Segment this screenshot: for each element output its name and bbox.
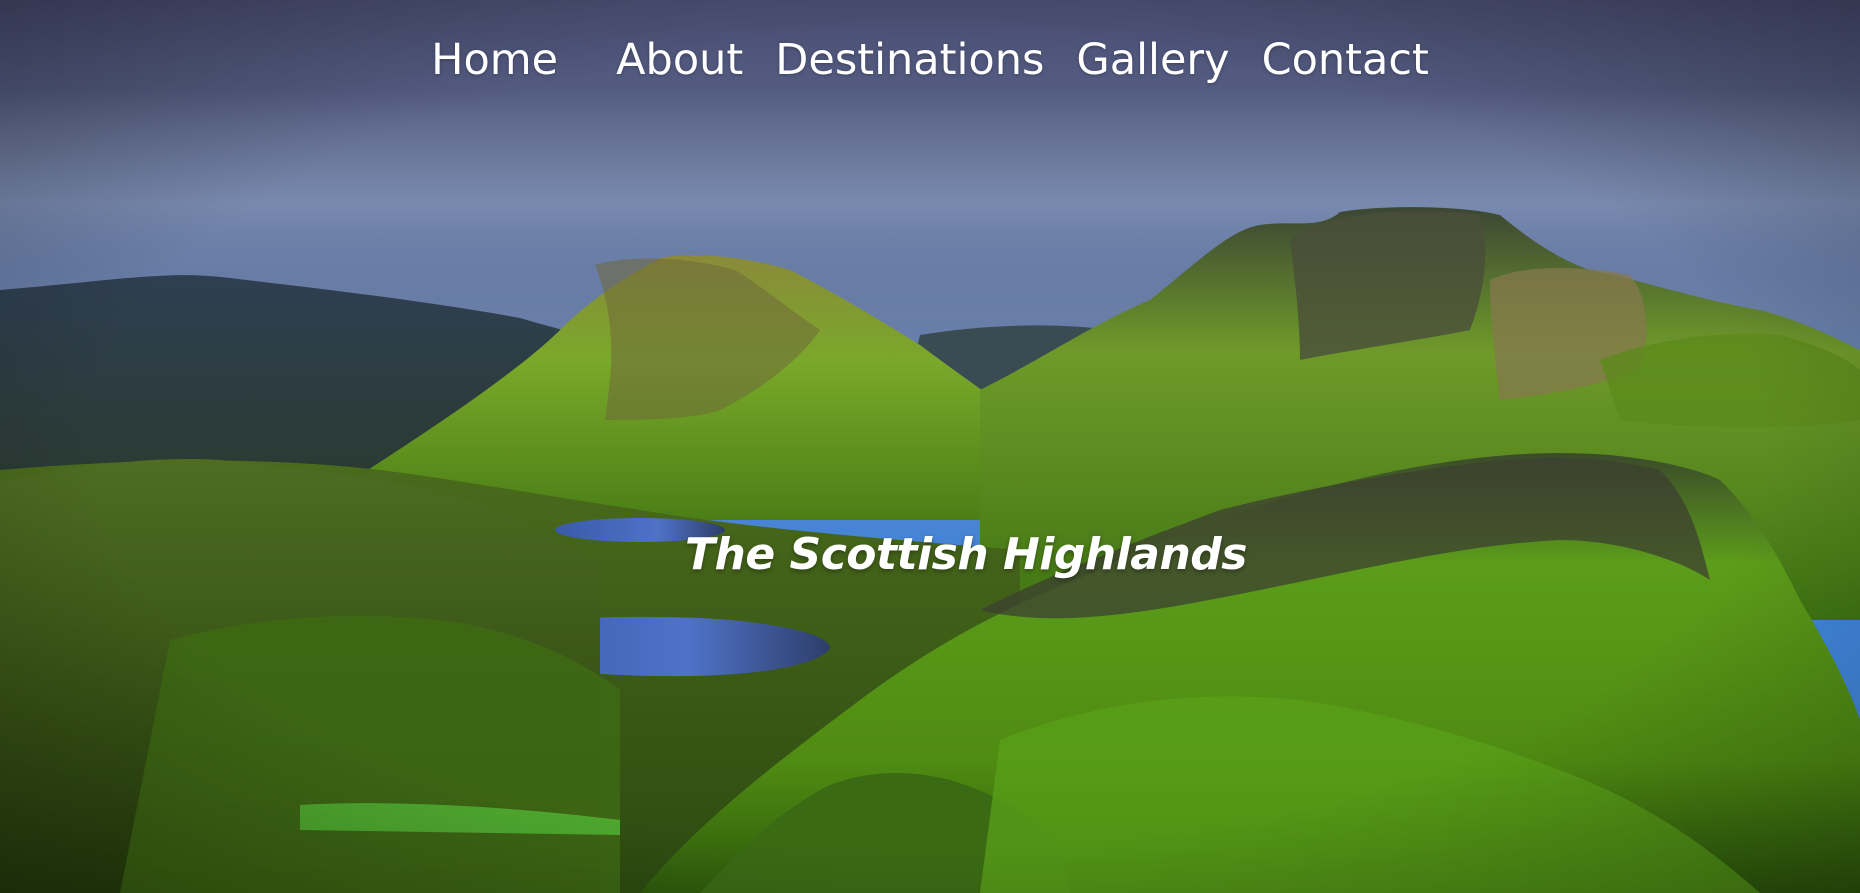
nav-link-home[interactable]: Home bbox=[415, 35, 574, 85]
nav-link-gallery[interactable]: Gallery bbox=[1060, 35, 1245, 85]
nav-link-destinations[interactable]: Destinations bbox=[759, 35, 1060, 85]
main-navigation: Home About Destinations Gallery Contact bbox=[0, 30, 1860, 90]
hero-section: Home About Destinations Gallery Contact … bbox=[0, 0, 1860, 893]
background-landscape-image bbox=[0, 0, 1860, 893]
nav-link-about[interactable]: About bbox=[600, 35, 759, 85]
nav-link-contact[interactable]: Contact bbox=[1246, 35, 1445, 85]
hero-title: The Scottish Highlands bbox=[685, 529, 1248, 581]
